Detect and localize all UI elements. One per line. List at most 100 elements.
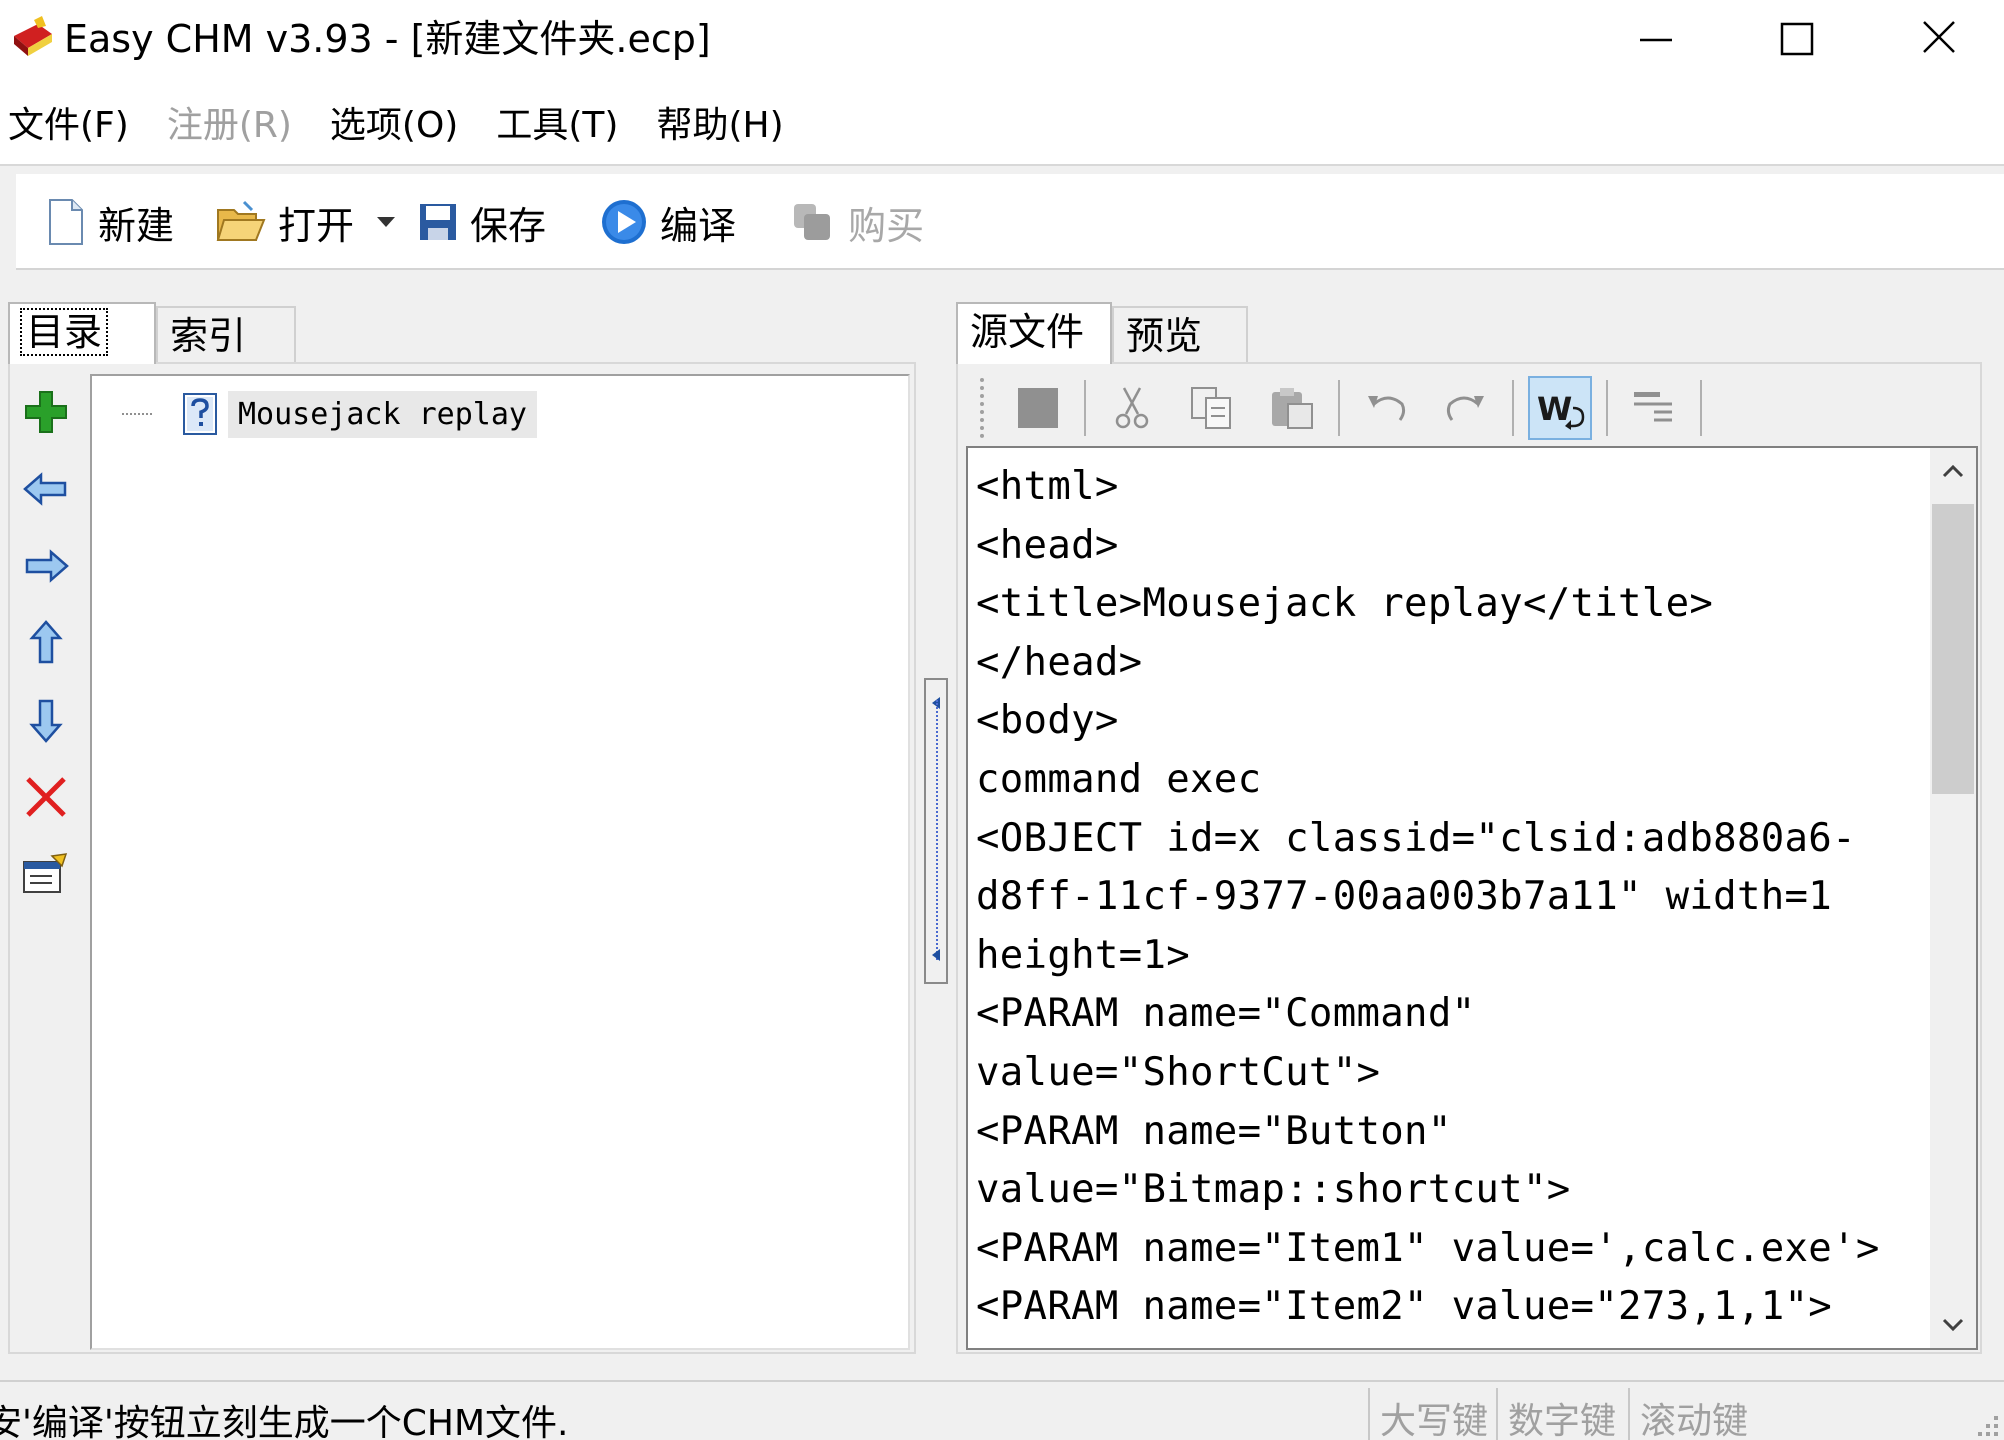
- menu-register[interactable]: 注册(R): [167, 96, 292, 148]
- tree-item[interactable]: Mousejack replay: [122, 386, 537, 442]
- code-line: value="Bitmap::shortcut">: [976, 1161, 1932, 1220]
- close-icon: [1868, 0, 2004, 78]
- source-code-editor[interactable]: <html> <head> <title>Mousejack replay</t…: [966, 446, 1978, 1350]
- new-document-icon: [46, 198, 86, 246]
- code-line: <PARAM name="Command": [976, 985, 1932, 1044]
- code-lines: <html> <head> <title>Mousejack replay</t…: [976, 458, 1932, 1337]
- code-line: <PARAM name="Item1" value=',calc.exe'>: [976, 1220, 1932, 1279]
- vertical-scrollbar[interactable]: [1930, 448, 1976, 1348]
- delete-item-button[interactable]: [14, 765, 78, 829]
- tab-index[interactable]: 索引: [156, 306, 296, 364]
- menu-file[interactable]: 文件(F): [8, 96, 129, 148]
- tab-index-label: 索引: [170, 314, 246, 358]
- open-button[interactable]: 打开: [204, 182, 366, 262]
- cut-button[interactable]: [1100, 376, 1164, 440]
- collapse-left-icon: [930, 948, 942, 962]
- scroll-up-button[interactable]: [1930, 448, 1976, 494]
- redo-button[interactable]: [1434, 376, 1498, 440]
- code-line: <OBJECT id=x classid="clsid:adb880a6-: [976, 810, 1932, 869]
- open-dropdown-button[interactable]: [366, 182, 406, 262]
- help-page-icon: [182, 392, 218, 436]
- new-button[interactable]: 新建: [34, 182, 186, 262]
- num-lock-indicator: 数字键: [1496, 1388, 1626, 1440]
- properties-icon: [22, 852, 70, 896]
- toolbar-separator: [1338, 380, 1340, 436]
- delete-x-icon: [24, 775, 68, 819]
- code-line: value="ShortCut">: [976, 1044, 1932, 1103]
- stop-button[interactable]: [1006, 376, 1070, 440]
- toc-tree[interactable]: Mousejack replay: [90, 374, 910, 1350]
- compile-button-label: 编译: [660, 195, 736, 250]
- toolbar-area: 新建 打开 保存 编译 购买: [0, 164, 2004, 278]
- stop-icon: [1016, 386, 1060, 430]
- toolbar-separator: [1512, 380, 1514, 436]
- arrow-right-icon: [23, 546, 69, 586]
- move-down-button[interactable]: [14, 688, 78, 752]
- menu-help[interactable]: 帮助(H): [656, 96, 783, 148]
- undo-button[interactable]: [1354, 376, 1418, 440]
- add-item-button[interactable]: [14, 380, 78, 444]
- move-up-button[interactable]: [14, 611, 78, 675]
- code-line: height=1>: [976, 927, 1932, 986]
- move-right-button[interactable]: [14, 534, 78, 598]
- chevron-down-icon: [375, 215, 397, 229]
- open-folder-icon: [216, 200, 266, 244]
- toc-side-toolbar: [14, 380, 78, 919]
- format-button[interactable]: [1622, 376, 1686, 440]
- redo-icon: [1444, 390, 1488, 426]
- buy-coins-icon: [790, 200, 836, 244]
- code-line: <title>Mousejack replay</title>: [976, 575, 1932, 634]
- scroll-thumb[interactable]: [1932, 504, 1974, 794]
- panel-splitter[interactable]: [924, 678, 948, 984]
- paste-button[interactable]: [1260, 376, 1324, 440]
- tab-toc-label: 目录: [22, 310, 106, 354]
- arrow-up-icon: [26, 620, 66, 666]
- compile-play-icon: [600, 198, 648, 246]
- chevron-down-icon: [1941, 1317, 1965, 1333]
- code-line: d8ff-11cf-9377-00aa003b7a11" width=1: [976, 868, 1932, 927]
- maximize-icon: [1726, 0, 1868, 78]
- toolbar-separator: [1700, 380, 1702, 436]
- status-message: 安'编译'按钮立刻生成一个CHM文件.: [0, 1394, 569, 1440]
- tab-source[interactable]: 源文件: [956, 302, 1112, 364]
- word-wrap-icon: W: [1535, 386, 1585, 430]
- copy-button[interactable]: [1180, 376, 1244, 440]
- status-bar: 安'编译'按钮立刻生成一个CHM文件. 大写键 数字键 滚动键: [0, 1380, 2004, 1440]
- code-line: <PARAM name="Button": [976, 1103, 1932, 1162]
- tab-preview[interactable]: 预览: [1112, 306, 1248, 364]
- paste-icon: [1270, 386, 1314, 430]
- maximize-button[interactable]: [1726, 0, 1868, 78]
- save-disk-icon: [418, 202, 458, 242]
- new-button-label: 新建: [98, 195, 174, 250]
- close-button[interactable]: [1868, 0, 2004, 78]
- splitter-grip: [936, 700, 938, 960]
- minimize-icon: [1584, 0, 1726, 78]
- buy-button-label: 购买: [848, 195, 924, 250]
- buy-button[interactable]: 购买: [778, 182, 936, 262]
- toolbar-separator: [762, 182, 764, 262]
- code-line: command exec: [976, 751, 1932, 810]
- move-left-button[interactable]: [14, 457, 78, 521]
- compile-button[interactable]: 编译: [588, 182, 748, 262]
- minimize-button[interactable]: [1584, 0, 1726, 78]
- plus-icon: [23, 389, 69, 435]
- toolbar-separator: [1084, 380, 1086, 436]
- save-button[interactable]: 保存: [406, 182, 558, 262]
- tab-toc[interactable]: 目录: [8, 302, 156, 364]
- scroll-lock-indicator: 滚动键: [1628, 1388, 1758, 1440]
- svg-text:W: W: [1537, 390, 1572, 428]
- open-button-label: 打开: [278, 195, 354, 250]
- resize-grip-icon[interactable]: [1962, 1396, 2002, 1440]
- tab-preview-label: 预览: [1126, 314, 1202, 358]
- scroll-down-button[interactable]: [1930, 1302, 1976, 1348]
- menu-options[interactable]: 选项(O): [330, 96, 458, 148]
- properties-button[interactable]: [14, 842, 78, 906]
- word-wrap-toggle[interactable]: W: [1528, 376, 1592, 440]
- text-format-icon: [1632, 388, 1676, 428]
- caps-lock-indicator: 大写键: [1368, 1388, 1498, 1440]
- menu-tools[interactable]: 工具(T): [496, 96, 618, 148]
- code-line: <PARAM name="Item2" value="273,1,1">: [976, 1278, 1932, 1337]
- code-line: <html>: [976, 458, 1932, 517]
- menu-bar: 文件(F) 注册(R) 选项(O) 工具(T) 帮助(H): [0, 90, 2004, 154]
- tree-connector: [122, 413, 152, 415]
